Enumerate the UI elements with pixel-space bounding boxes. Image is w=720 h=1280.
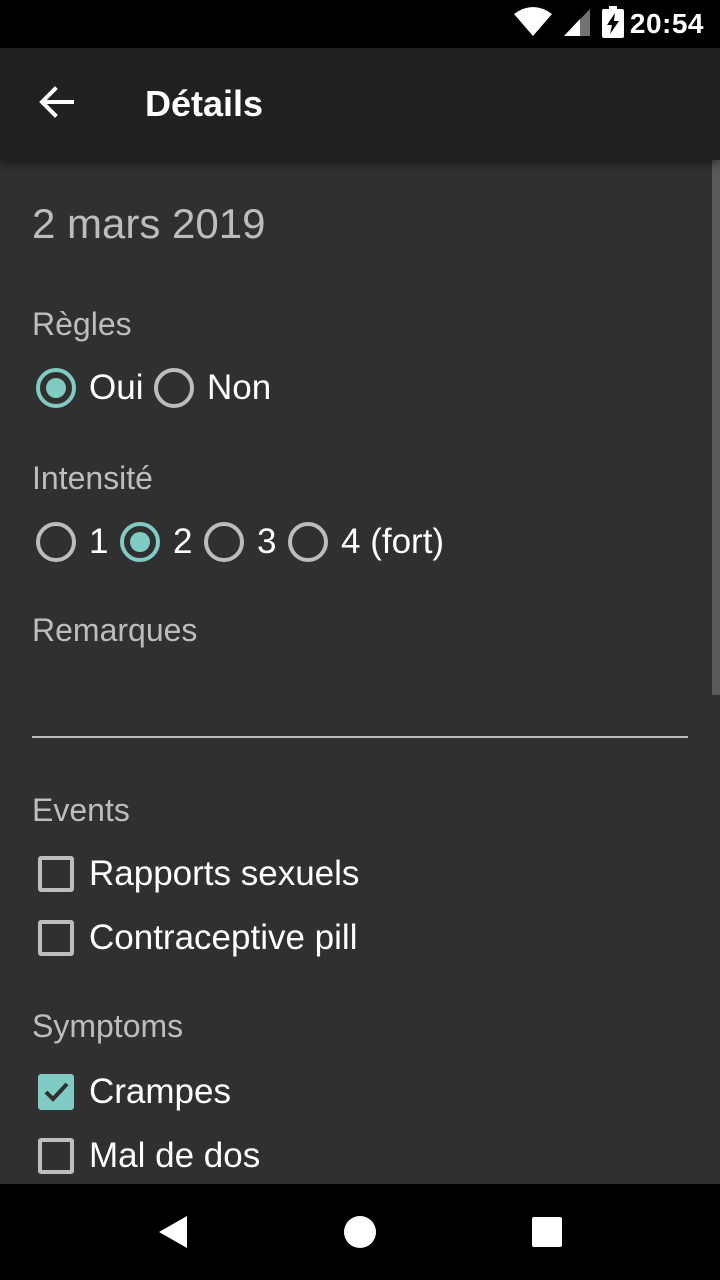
- radio-unchecked-icon: [288, 522, 328, 562]
- radio-checked-icon: [36, 368, 76, 408]
- details-content[interactable]: 2 mars 2019 Règles Oui Non Intensité 1 2…: [0, 160, 720, 1184]
- back-button[interactable]: [0, 48, 112, 160]
- remarques-label: Remarques: [32, 612, 198, 648]
- intensite-option-3[interactable]: 3: [204, 522, 276, 562]
- date-heading: 2 mars 2019: [32, 200, 266, 247]
- scrollbar[interactable]: [712, 160, 720, 695]
- event-contraceptive-pill[interactable]: Contraceptive pill: [38, 918, 357, 958]
- nav-recents-button[interactable]: [507, 1192, 587, 1272]
- symptom-label: Crampes: [89, 1072, 231, 1111]
- status-bar: 20:54: [0, 0, 720, 48]
- remarques-input[interactable]: [32, 670, 688, 738]
- page-title: Détails: [145, 83, 264, 124]
- radio-checked-icon: [120, 522, 160, 562]
- checkbox-unchecked-icon: [38, 1138, 74, 1174]
- system-navigation-bar: [0, 1184, 720, 1280]
- intensite-option-label: 4 (fort): [341, 522, 445, 561]
- wifi-icon: [513, 6, 552, 42]
- circle-home-icon: [343, 1216, 376, 1248]
- status-icons: [513, 5, 624, 43]
- symptom-crampes[interactable]: Crampes: [38, 1072, 231, 1112]
- square-recents-icon: [531, 1217, 562, 1247]
- event-label: Rapports sexuels: [89, 854, 360, 893]
- intensite-option-1[interactable]: 1: [36, 522, 108, 562]
- intensite-option-label: 1: [89, 522, 109, 561]
- checkbox-unchecked-icon: [38, 920, 74, 956]
- checkbox-unchecked-icon: [38, 856, 74, 892]
- regles-option-non[interactable]: Non: [154, 368, 271, 408]
- arrow-back-icon: [38, 84, 74, 125]
- symptom-mal-de-dos[interactable]: Mal de dos: [38, 1136, 260, 1176]
- intensite-option-2[interactable]: 2: [120, 522, 192, 562]
- intensite-label: Intensité: [32, 460, 153, 496]
- intensite-option-label: 2: [173, 522, 193, 561]
- regles-option-oui[interactable]: Oui: [36, 368, 143, 408]
- regles-option-label: Non: [207, 368, 272, 407]
- status-time: 20:54: [629, 8, 704, 39]
- symptom-label: Mal de dos: [89, 1136, 261, 1175]
- event-rapports-sexuels[interactable]: Rapports sexuels: [38, 854, 359, 894]
- symptoms-label: Symptoms: [32, 1008, 184, 1044]
- nav-home-button[interactable]: [320, 1192, 400, 1272]
- intensite-option-label: 3: [257, 522, 277, 561]
- radio-unchecked-icon: [154, 368, 194, 408]
- event-label: Contraceptive pill: [89, 918, 358, 957]
- triangle-back-icon: [159, 1216, 188, 1248]
- app-bar: Détails: [0, 48, 720, 160]
- radio-unchecked-icon: [204, 522, 244, 562]
- cell-signal-icon: [562, 7, 592, 42]
- regles-option-label: Oui: [89, 368, 144, 407]
- nav-back-button[interactable]: [133, 1192, 213, 1272]
- checkmark-icon: [44, 1082, 69, 1102]
- radio-unchecked-icon: [36, 522, 76, 562]
- regles-label: Règles: [32, 306, 132, 342]
- checkbox-checked-icon: [38, 1074, 74, 1110]
- intensite-option-4[interactable]: 4 (fort): [288, 522, 444, 562]
- events-label: Events: [32, 792, 130, 828]
- battery-charging-icon: [601, 5, 624, 43]
